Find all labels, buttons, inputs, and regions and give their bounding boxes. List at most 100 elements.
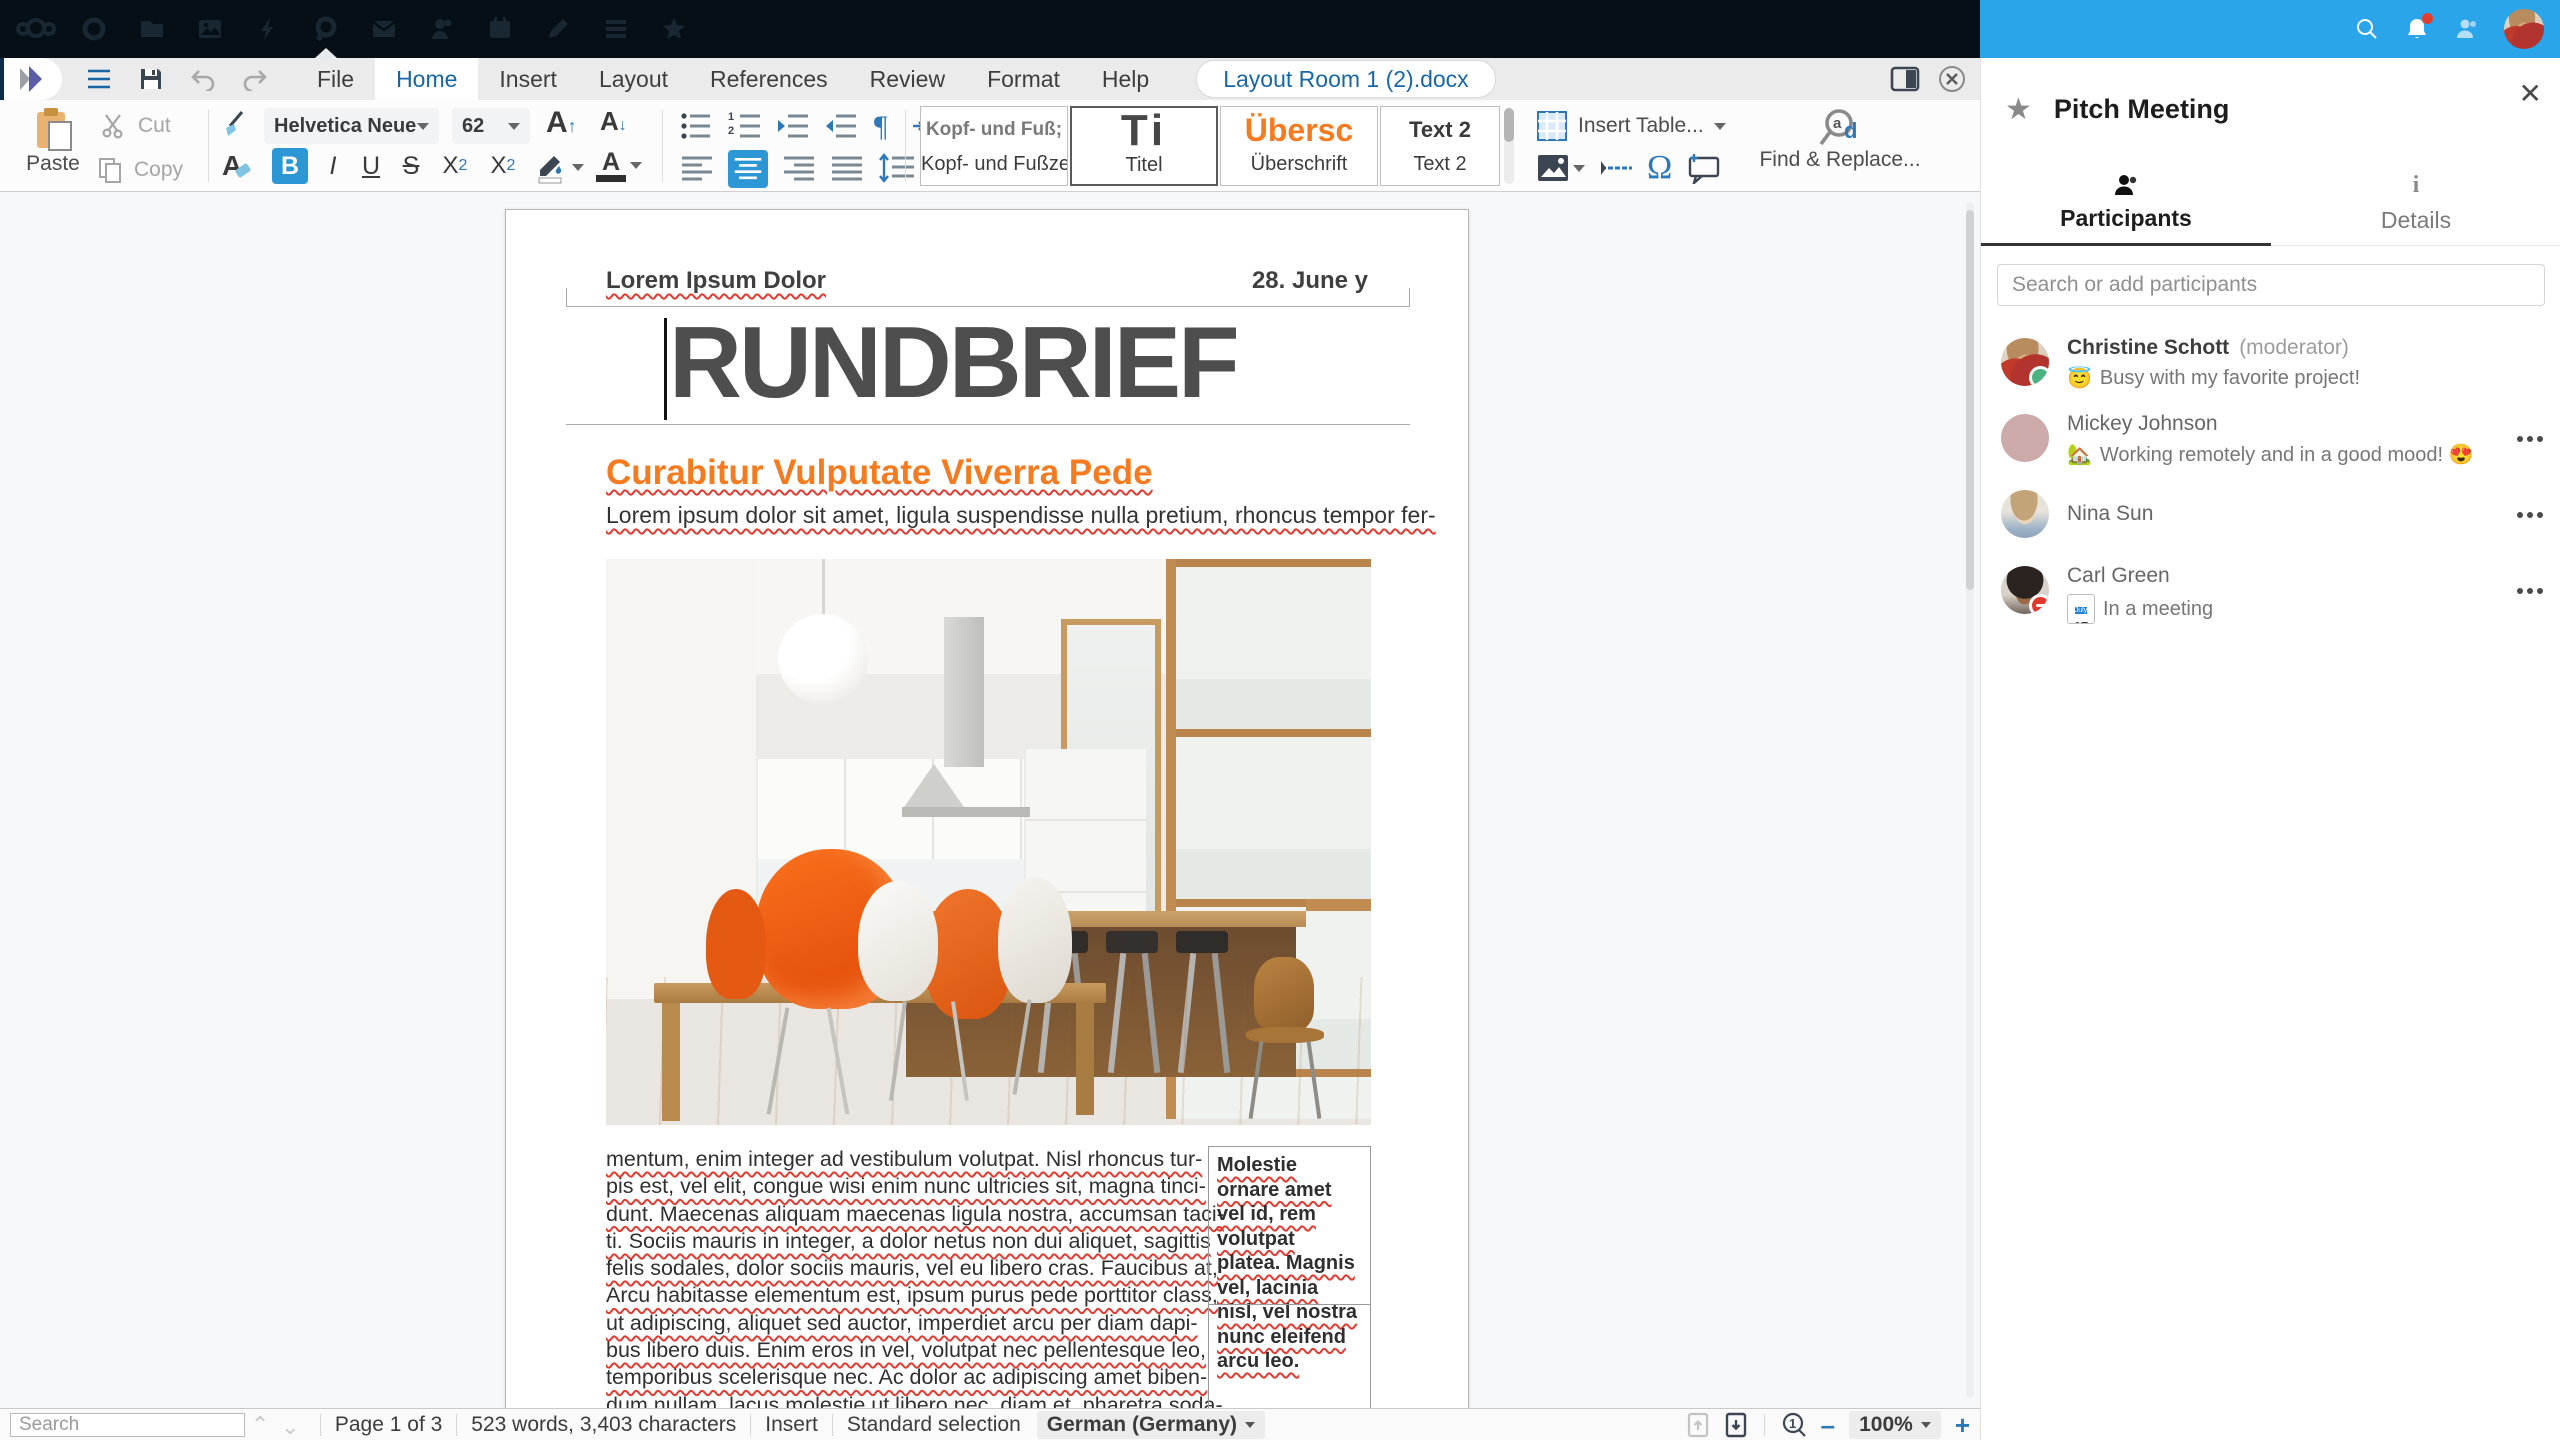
editor-menubar: File Home Insert Layout References Revie… <box>0 58 1980 100</box>
user-avatar[interactable] <box>2504 9 2544 49</box>
decrease-indent-icon[interactable] <box>824 110 858 142</box>
copy-button[interactable]: Copy <box>96 156 183 184</box>
favorite-star-icon[interactable]: ★ <box>2005 92 2032 127</box>
find-replace-button[interactable]: ad Find & Replace... <box>1740 106 1940 172</box>
paste-button[interactable]: Paste <box>18 106 88 176</box>
font-color-button[interactable]: A <box>596 148 642 182</box>
menu-insert[interactable]: Insert <box>478 58 578 100</box>
word-count[interactable]: 523 words, 3,403 characters <box>471 1413 736 1437</box>
participant-menu-icon[interactable] <box>2527 588 2533 594</box>
insert-mode[interactable]: Insert <box>765 1413 818 1437</box>
selection-mode[interactable]: Standard selection <box>847 1413 1021 1437</box>
participant-row-nina[interactable]: Nina Sun <box>1981 478 2560 554</box>
menu-format[interactable]: Format <box>966 58 1081 100</box>
zoom-in-button[interactable]: + <box>1955 1410 1970 1440</box>
participant-menu-icon[interactable] <box>2527 436 2533 442</box>
menu-file[interactable]: File <box>296 58 375 100</box>
document-search-input[interactable] <box>10 1412 245 1437</box>
clone-formatting-icon[interactable] <box>222 110 252 140</box>
insert-comment-icon[interactable] <box>1686 152 1722 184</box>
sidebar-toggle-icon[interactable] <box>1890 66 1920 92</box>
insert-image-button[interactable] <box>1536 153 1585 183</box>
style-ueberschrift[interactable]: Übersc Überschrift <box>1220 106 1378 186</box>
search-icon[interactable] <box>2354 16 2380 42</box>
dashboard-app-icon[interactable] <box>72 7 116 51</box>
photos-app-icon[interactable] <box>188 7 232 51</box>
mail-app-icon[interactable] <box>362 7 406 51</box>
tab-details[interactable]: i Details <box>2271 160 2560 245</box>
document-canvas[interactable]: Lorem Ipsum Dolor 28. June y RUNDBRIEF C… <box>0 192 1980 1408</box>
align-right-icon[interactable] <box>782 153 816 185</box>
formatting-marks-icon[interactable]: ¶ <box>872 110 898 142</box>
grow-font-button[interactable]: A↑ <box>546 106 577 140</box>
close-sidebar-icon[interactable]: ✕ <box>2519 80 2542 108</box>
kitchen-photo[interactable] <box>606 559 1371 1125</box>
search-next-icon[interactable]: ⌃ <box>281 1412 299 1438</box>
close-document-icon[interactable] <box>1938 65 1966 93</box>
page-count[interactable]: Page 1 of 3 <box>335 1413 442 1437</box>
calendar-app-icon[interactable] <box>478 7 522 51</box>
search-prev-icon[interactable]: ⌃ <box>251 1412 269 1438</box>
page-break-icon[interactable] <box>1599 153 1633 183</box>
style-titel[interactable]: Ti Titel <box>1070 106 1218 186</box>
participant-menu-icon[interactable] <box>2527 512 2533 518</box>
zoom-level-selector[interactable]: 100% <box>1849 1411 1941 1439</box>
numbered-list-icon[interactable]: 12 <box>728 110 762 142</box>
document-scrollbar[interactable] <box>1966 202 1974 1398</box>
bold-button[interactable]: B <box>272 148 308 184</box>
zoom-reset-icon[interactable]: 1 <box>1781 1412 1807 1438</box>
tab-participants[interactable]: Participants <box>1981 160 2271 246</box>
hamburger-menu-icon[interactable] <box>84 64 114 94</box>
shrink-font-button[interactable]: A↓ <box>600 106 627 137</box>
style-gallery-scrollbar[interactable] <box>1504 108 1514 184</box>
redo-icon[interactable] <box>240 64 270 94</box>
font-name-combobox[interactable]: Helvetica Neue <box>264 108 439 144</box>
notifications-bell-icon[interactable] <box>2404 13 2433 42</box>
align-left-icon[interactable] <box>680 153 714 185</box>
menu-review[interactable]: Review <box>849 58 966 100</box>
language-selector[interactable]: German (Germany) <box>1036 1410 1265 1439</box>
menu-layout[interactable]: Layout <box>578 58 689 100</box>
notes-app-icon[interactable] <box>536 7 580 51</box>
menu-references[interactable]: References <box>689 58 849 100</box>
italic-button[interactable]: I <box>318 148 348 184</box>
download-document-icon[interactable] <box>1724 1412 1748 1438</box>
special-character-icon[interactable]: Ω <box>1647 151 1672 185</box>
align-center-icon[interactable] <box>728 150 768 188</box>
justify-icon[interactable] <box>830 153 864 185</box>
bullet-list-icon[interactable] <box>680 110 714 142</box>
cut-button[interactable]: Cut <box>100 112 171 140</box>
strikethrough-button[interactable]: S <box>394 148 428 184</box>
superscript-button[interactable]: X2 <box>482 148 524 184</box>
document-page[interactable]: Lorem Ipsum Dolor 28. June y RUNDBRIEF C… <box>505 209 1469 1408</box>
office-app-icon[interactable] <box>304 7 348 58</box>
insert-table-button[interactable]: Insert Table... <box>1536 110 1726 142</box>
deck-app-icon[interactable] <box>594 7 638 51</box>
highlight-color-button[interactable] <box>534 150 584 184</box>
increase-indent-icon[interactable] <box>776 110 810 142</box>
contacts-app-icon[interactable] <box>420 7 464 51</box>
zoom-out-button[interactable]: – <box>1821 1410 1835 1440</box>
nextcloud-logo-icon[interactable] <box>14 7 58 51</box>
participant-row-christine[interactable]: Christine Schott (moderator) 😇 Busy with m… <box>1981 326 2560 402</box>
clear-formatting-button[interactable]: A <box>222 150 252 182</box>
document-title-pill[interactable]: Layout Room 1 (2).docx <box>1196 60 1496 98</box>
subscript-button[interactable]: X2 <box>434 148 476 184</box>
participant-search-input[interactable] <box>1997 264 2545 306</box>
menu-home[interactable]: Home <box>375 58 479 100</box>
style-text2[interactable]: Text 2 Text 2 <box>1380 106 1500 186</box>
save-icon[interactable] <box>136 64 166 94</box>
participant-row-carl[interactable]: Carl Green July 17 In a meeting <box>1981 554 2560 630</box>
menu-help[interactable]: Help <box>1081 58 1170 100</box>
undo-icon[interactable] <box>188 64 218 94</box>
activity-app-icon[interactable] <box>246 7 290 51</box>
upload-document-icon[interactable] <box>1686 1412 1710 1438</box>
pull-quote-textbox[interactable]: Molestie ornare amet vel id, rem volutpa… <box>1208 1146 1371 1408</box>
participant-row-mickey[interactable]: Mickey Johnson 🏡 Working remotely and in … <box>1981 402 2560 478</box>
collectives-app-icon[interactable] <box>652 7 696 51</box>
font-size-combobox[interactable]: 62 <box>452 108 530 144</box>
style-kopf-und-fusszeilen[interactable]: Kopf- und Fuß; Kopf- und Fußzeilen <box>920 106 1068 186</box>
underline-button[interactable]: U <box>354 148 388 184</box>
files-app-icon[interactable] <box>130 7 174 51</box>
contacts-menu-icon[interactable] <box>2454 16 2480 42</box>
